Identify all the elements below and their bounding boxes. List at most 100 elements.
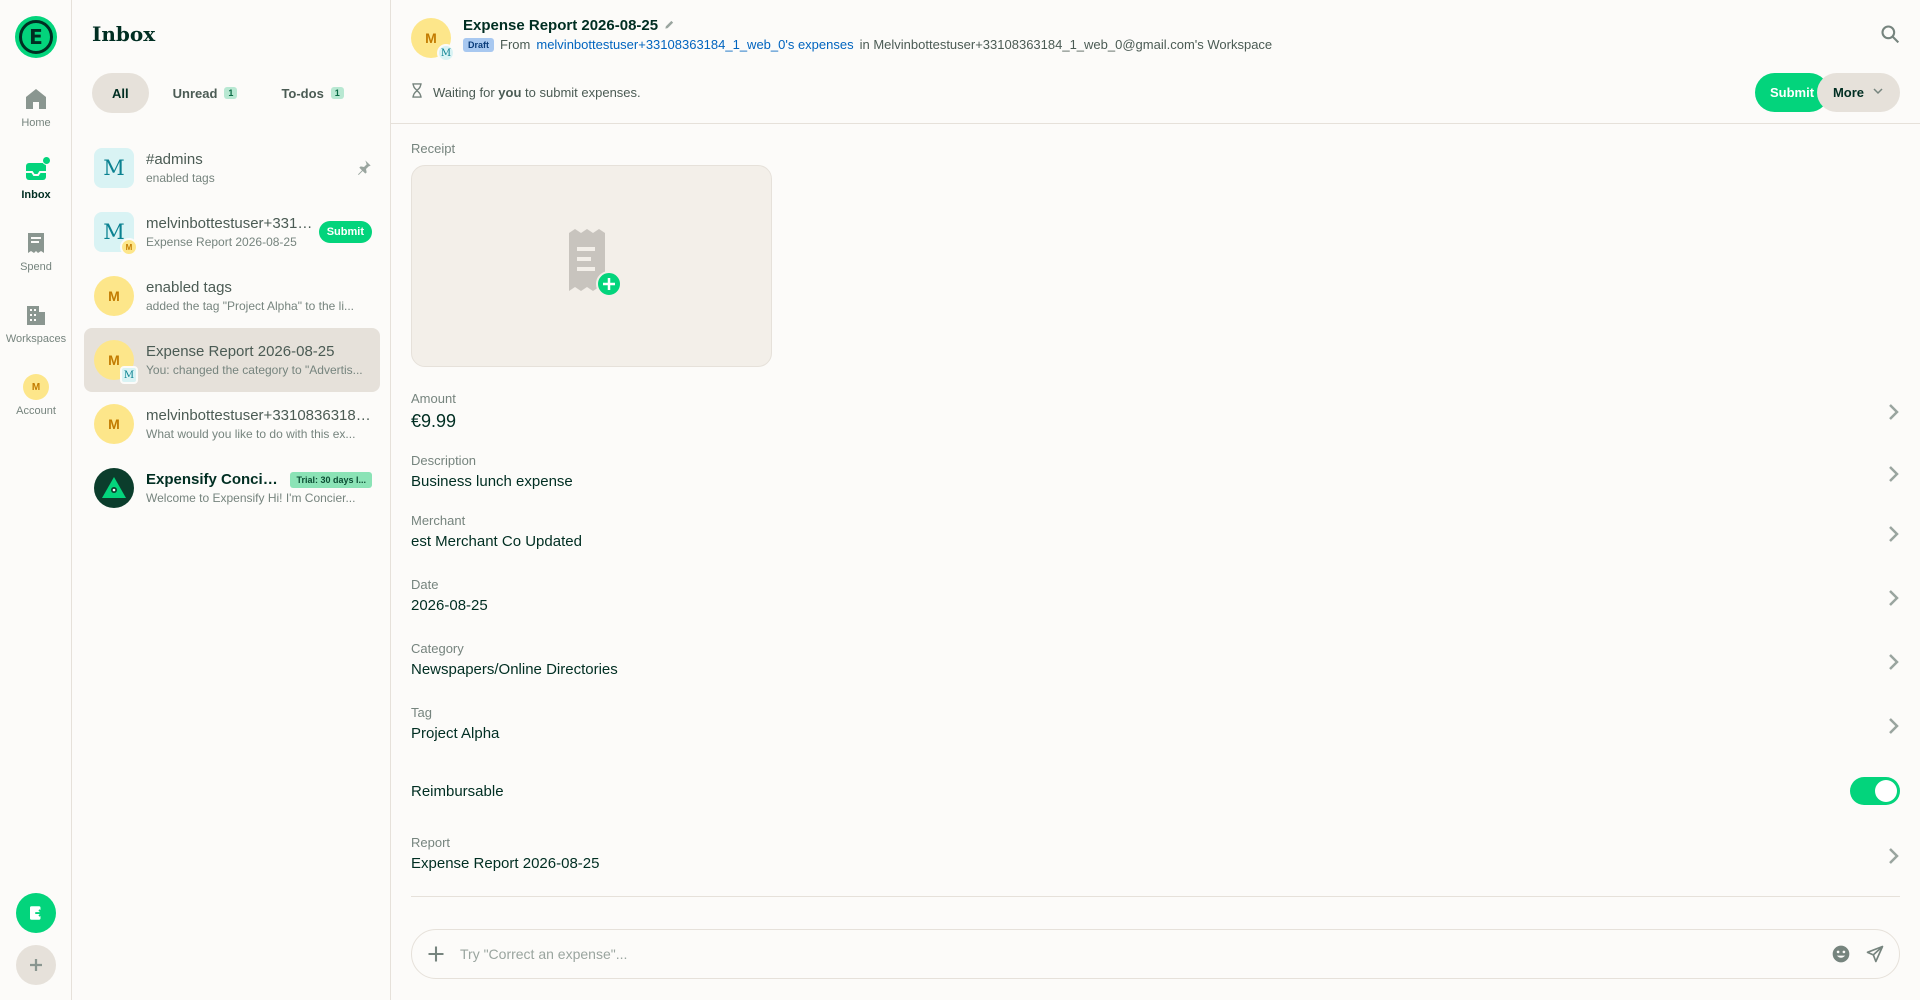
receipt-upload[interactable] (411, 165, 772, 367)
chat-row-concierge[interactable]: Expensify Concierge Trial: 30 days l... … (84, 456, 380, 520)
tag-value: Project Alpha (411, 725, 500, 742)
report-label: Report (411, 835, 451, 850)
description-field[interactable]: Description Business lunch expense (411, 453, 1900, 490)
search-icon[interactable] (1880, 24, 1900, 47)
nav-account-label: Account (16, 405, 56, 417)
trial-badge: Trial: 30 days l... (290, 471, 372, 488)
expenses-link[interactable]: melvinbottestuser+33108363184_1_web_0's … (536, 37, 853, 52)
tab-todos[interactable]: To-dos 1 (261, 73, 363, 113)
chevron-right-icon (1888, 589, 1900, 610)
chat-row-title: Expense Report 2026-08-25 (146, 343, 335, 360)
report-status: Waiting for you to submit expenses. (411, 83, 641, 101)
report-title[interactable]: Expense Report 2026-08-25 (463, 17, 675, 34)
chat-row-title: enabled tags (146, 279, 232, 296)
new-expense-button[interactable] (16, 893, 56, 933)
nav-spend[interactable]: Spend (0, 230, 72, 273)
tab-unread-label: Unread (172, 85, 218, 101)
home-icon (23, 86, 49, 112)
send-icon[interactable] (1865, 944, 1885, 964)
receipt-add-icon (557, 228, 627, 304)
category-value: Newspapers/Online Directories (411, 661, 618, 678)
chat-row-melvin[interactable]: M melvinbottestuser+33108363184... What … (84, 392, 380, 456)
date-value: 2026-08-25 (411, 597, 488, 614)
expensify-logo[interactable]: E (15, 16, 57, 58)
reimbursable-row: Reimbursable (411, 777, 1900, 805)
nav-home-label: Home (21, 117, 51, 129)
from-prefix: From (500, 37, 531, 52)
chevron-down-icon (1872, 85, 1884, 100)
tab-todos-label: To-dos (281, 85, 324, 101)
status-text-end: to submit expenses. (525, 84, 641, 100)
nav-home[interactable]: Home (0, 86, 72, 129)
row-submit-button[interactable]: Submit (318, 221, 372, 243)
merchant-label: Merchant (411, 513, 466, 528)
nav-workspaces[interactable]: Workspaces (0, 302, 72, 345)
receipt-label: Receipt (411, 141, 456, 156)
chat-row-subtitle: Expense Report 2026-08-25 (146, 235, 297, 249)
user-sub-avatar: M (120, 238, 138, 256)
category-field[interactable]: Category Newspapers/Online Directories (411, 641, 1900, 678)
unread-dot (42, 156, 51, 165)
date-field[interactable]: Date 2026-08-25 (411, 577, 1900, 614)
report-header: M M Expense Report 2026-08-25 Draft From… (391, 0, 1920, 124)
tag-label: Tag (411, 705, 432, 720)
compose-icon (30, 906, 45, 920)
nav-rail: E Home Inbox Spend Workspaces M Account (0, 0, 72, 1000)
tab-unread[interactable]: Unread 1 (153, 73, 258, 113)
chevron-right-icon (1888, 403, 1900, 424)
chevron-right-icon (1888, 653, 1900, 674)
add-attachment-icon[interactable] (426, 944, 446, 964)
draft-badge: Draft (463, 37, 495, 52)
chat-row-title: melvinbottestuser+33108363184... (146, 407, 372, 424)
plus-icon (30, 959, 42, 971)
building-icon (23, 302, 49, 328)
status-bold: you (498, 84, 522, 100)
more-button[interactable]: More (1817, 73, 1900, 112)
chat-row-expense-report-selected[interactable]: M M Expense Report 2026-08-25 You: chang… (84, 328, 380, 392)
report-avatar[interactable]: M M (411, 18, 455, 62)
expense-details: Receipt Amount €9.99 Description Busines… (391, 125, 1920, 1000)
merchant-field[interactable]: Merchant est Merchant Co Updated (411, 513, 1900, 550)
composer-input[interactable]: Try "Correct an expense"... (460, 946, 1817, 962)
chevron-right-icon (1888, 717, 1900, 738)
composer: Try "Correct an expense"... (411, 929, 1900, 979)
chevron-right-icon (1888, 525, 1900, 546)
report-field[interactable]: Report Expense Report 2026-08-25 (411, 835, 1900, 872)
tab-unread-count: 1 (224, 87, 238, 99)
chat-row-admins[interactable]: M #admins enabled tags (84, 136, 380, 200)
avatar-letter: M (425, 30, 437, 46)
chat-row-enabled-tags[interactable]: M enabled tags added the tag "Project Al… (84, 264, 380, 328)
report-panel: M M Expense Report 2026-08-25 Draft From… (391, 0, 1920, 1000)
chat-row-title: #admins (146, 151, 203, 168)
more-label: More (1832, 85, 1865, 100)
logo-letter: E (19, 20, 53, 54)
chat-list: M #admins enabled tags M M melvinbottest… (84, 136, 380, 520)
chat-row-expense-report[interactable]: M M melvinbottestuser+3310... Expense Re… (84, 200, 380, 264)
chevron-right-icon (1888, 847, 1900, 868)
tag-field[interactable]: Tag Project Alpha (411, 705, 1900, 742)
reimbursable-toggle[interactable] (1850, 777, 1900, 805)
status-text: Waiting for (433, 84, 495, 100)
tab-all[interactable]: All (92, 73, 149, 113)
tab-all-label: All (112, 85, 129, 101)
reimbursable-label: Reimbursable (411, 782, 504, 800)
emoji-icon[interactable] (1831, 944, 1851, 964)
workspace-avatar: M M (94, 212, 138, 256)
chat-row-subtitle: added the tag "Project Alpha" to the li.… (146, 299, 354, 313)
report-subtitle: Draft From melvinbottestuser+33108363184… (463, 37, 1272, 52)
description-label: Description (411, 453, 477, 468)
nav-account[interactable]: M Account (0, 374, 72, 417)
description-value: Business lunch expense (411, 473, 573, 490)
amount-value: €9.99 (411, 411, 457, 431)
workspace-text: in Melvinbottestuser+33108363184_1_web_0… (859, 37, 1273, 52)
amount-field[interactable]: Amount €9.99 (411, 391, 1900, 432)
divider (411, 896, 1900, 897)
receipt-icon (23, 230, 49, 256)
nav-inbox[interactable]: Inbox (0, 156, 72, 201)
category-label: Category (411, 641, 464, 656)
concierge-icon (102, 477, 126, 498)
report-value: Expense Report 2026-08-25 (411, 855, 600, 872)
create-button[interactable] (16, 945, 56, 985)
workspace-sub-avatar: M (437, 44, 455, 62)
chevron-right-icon (1888, 465, 1900, 486)
